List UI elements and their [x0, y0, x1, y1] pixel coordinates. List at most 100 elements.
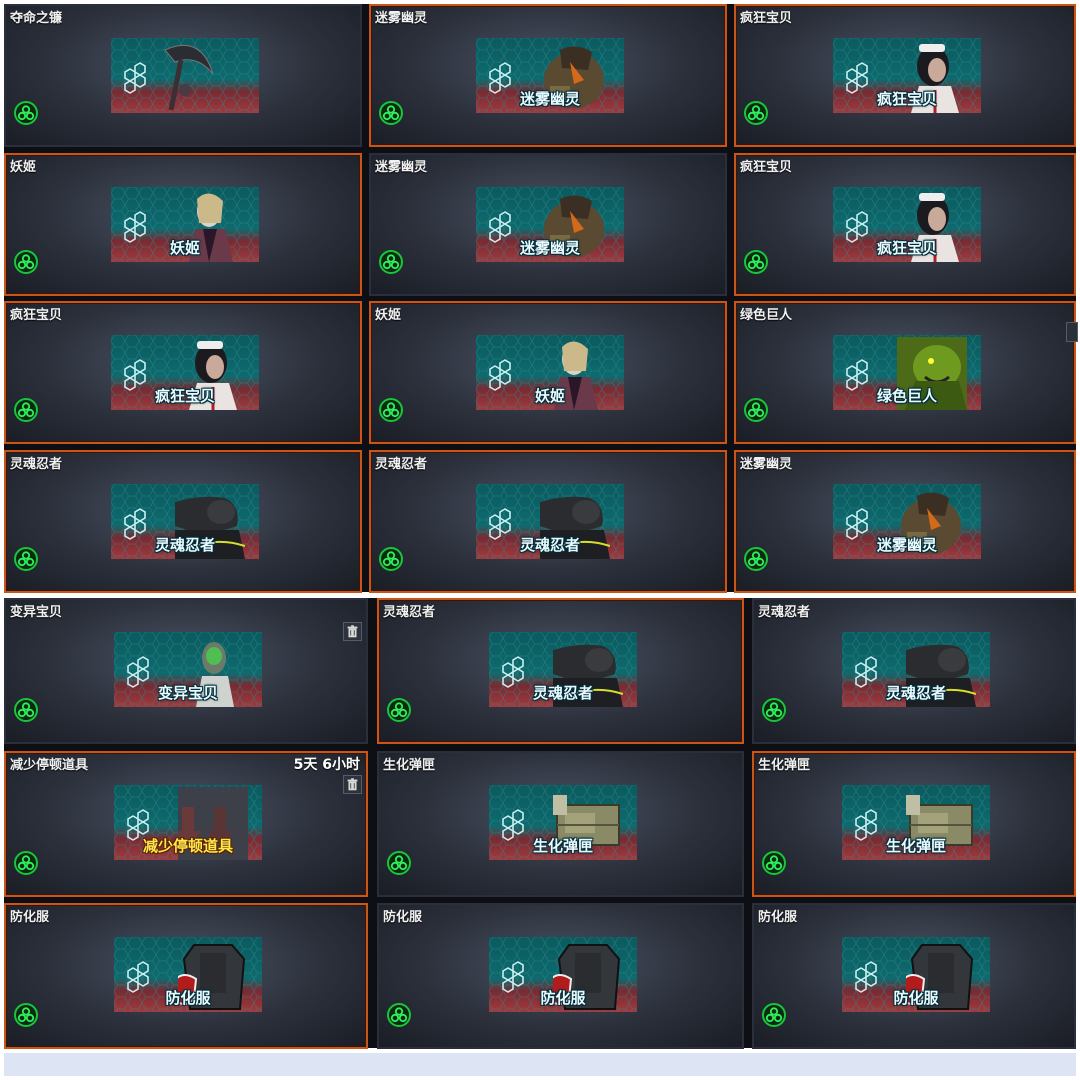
zombie-mode-icon — [744, 250, 768, 274]
item-remaining-time: 5天 6小时 — [293, 757, 360, 773]
item-title: 绿色巨人 — [740, 308, 793, 323]
item-thumbnail: 迷雾幽灵 — [833, 484, 981, 559]
zombie-mode-icon — [14, 851, 38, 875]
item-thumbnail: 妖姬 — [111, 187, 259, 262]
item-title: 灵魂忍者 — [758, 605, 811, 620]
zombie-mode-icon — [14, 547, 38, 571]
zombie-mode-icon — [14, 250, 38, 274]
item-thumbnail: 变异宝贝 — [114, 632, 262, 707]
item-card[interactable]: 疯狂宝贝 疯狂宝贝 — [4, 301, 362, 444]
item-thumbnail: 灵魂忍者 — [111, 484, 259, 559]
zombie-mode-icon — [762, 698, 786, 722]
item-thumbnail-label: 减少停顿道具 — [142, 837, 233, 855]
item-thumbnail-label: 生化弹匣 — [532, 837, 593, 855]
zombie-mode-icon — [387, 698, 411, 722]
item-title: 防化服 — [758, 910, 798, 925]
item-thumbnail-label: 疯狂宝贝 — [876, 90, 937, 108]
item-title: 疯狂宝贝 — [740, 11, 793, 26]
zombie-mode-icon — [379, 547, 403, 571]
item-title: 灵魂忍者 — [383, 605, 436, 620]
item-thumbnail-label: 妖姬 — [534, 387, 565, 405]
item-card[interactable]: 妖姬 妖姬 — [4, 153, 362, 296]
item-thumbnail — [111, 38, 259, 113]
item-thumbnail-label: 防化服 — [893, 989, 939, 1007]
item-card[interactable]: 绿色巨人 绿色巨人 — [734, 301, 1076, 444]
item-thumbnail-label: 疯狂宝贝 — [154, 387, 215, 405]
zombie-mode-icon — [14, 101, 38, 125]
item-thumbnail: 防化服 — [842, 937, 990, 1012]
item-card[interactable]: 生化弹匣 生化弹匣 — [752, 751, 1076, 897]
item-title: 灵魂忍者 — [10, 457, 63, 472]
item-title: 生化弹匣 — [383, 758, 436, 773]
item-thumbnail: 防化服 — [114, 937, 262, 1012]
item-card[interactable]: 夺命之镰 — [4, 4, 362, 147]
item-title: 迷雾幽灵 — [375, 11, 428, 26]
item-card[interactable]: 疯狂宝贝 疯狂宝贝 — [734, 153, 1076, 296]
zombie-mode-icon — [744, 101, 768, 125]
item-thumbnail-label: 疯狂宝贝 — [876, 239, 937, 257]
item-thumbnail-label: 灵魂忍者 — [532, 684, 593, 702]
item-thumbnail: 疯狂宝贝 — [833, 38, 981, 113]
item-thumbnail-label: 迷雾幽灵 — [519, 239, 580, 257]
inventory-panel-bottom: 变异宝贝 变异宝贝 灵魂忍者 灵魂忍者 灵魂忍者 灵魂忍者 减少停顿道具 5天 6… — [4, 598, 1076, 1049]
item-title: 夺命之镰 — [10, 11, 63, 26]
zombie-mode-icon — [387, 1003, 411, 1027]
item-thumbnail: 防化服 — [489, 937, 637, 1012]
item-title: 灵魂忍者 — [375, 457, 428, 472]
item-thumbnail: 疯狂宝贝 — [833, 187, 981, 262]
zombie-mode-icon — [379, 101, 403, 125]
item-title: 疯狂宝贝 — [740, 160, 793, 175]
item-thumbnail-label: 迷雾幽灵 — [876, 536, 937, 554]
zombie-mode-icon — [744, 398, 768, 422]
zombie-mode-icon — [744, 547, 768, 571]
zombie-mode-icon — [379, 398, 403, 422]
item-title: 迷雾幽灵 — [740, 457, 793, 472]
item-thumbnail-label: 妖姬 — [169, 239, 200, 257]
item-card[interactable]: 疯狂宝贝 疯狂宝贝 — [734, 4, 1076, 147]
item-card[interactable]: 妖姬 妖姬 — [369, 301, 727, 444]
item-card[interactable]: 减少停顿道具 5天 6小时 减少停顿道具 — [4, 751, 368, 897]
item-card[interactable]: 迷雾幽灵 迷雾幽灵 — [734, 450, 1076, 593]
item-card[interactable]: 灵魂忍者 灵魂忍者 — [369, 450, 727, 593]
scythe-art — [151, 40, 221, 113]
zombie-mode-icon — [387, 851, 411, 875]
item-thumbnail: 绿色巨人 — [833, 335, 981, 410]
item-card[interactable]: 灵魂忍者 灵魂忍者 — [752, 598, 1076, 744]
item-thumbnail: 减少停顿道具 — [114, 785, 262, 860]
trash-icon[interactable] — [343, 622, 362, 641]
item-card[interactable]: 防化服 防化服 — [4, 903, 368, 1049]
item-thumbnail-label: 绿色巨人 — [876, 387, 937, 405]
item-title: 防化服 — [383, 910, 423, 925]
trash-icon[interactable] — [343, 775, 362, 794]
item-card[interactable]: 防化服 防化服 — [377, 903, 744, 1049]
item-thumbnail: 迷雾幽灵 — [476, 187, 624, 262]
zombie-mode-icon — [762, 1003, 786, 1027]
item-title: 防化服 — [10, 910, 50, 925]
item-thumbnail: 生化弹匣 — [842, 785, 990, 860]
item-card[interactable]: 变异宝贝 变异宝贝 — [4, 598, 368, 744]
item-thumbnail: 灵魂忍者 — [476, 484, 624, 559]
item-thumbnail: 疯狂宝贝 — [111, 335, 259, 410]
zombie-mode-icon — [14, 1003, 38, 1027]
item-thumbnail-label: 灵魂忍者 — [519, 536, 580, 554]
item-thumbnail-label: 灵魂忍者 — [154, 536, 215, 554]
side-handle[interactable] — [1066, 322, 1078, 342]
inventory-panel-top: 夺命之镰 迷雾幽灵 迷雾幽灵 疯狂宝贝 疯狂宝贝 妖姬 妖姬 迷雾幽灵 迷雾幽灵… — [4, 4, 1076, 593]
item-title: 疯狂宝贝 — [10, 308, 63, 323]
item-card[interactable]: 防化服 防化服 — [752, 903, 1076, 1049]
inventory-screen: 夺命之镰 迷雾幽灵 迷雾幽灵 疯狂宝贝 疯狂宝贝 妖姬 妖姬 迷雾幽灵 迷雾幽灵… — [0, 0, 1080, 1080]
item-card[interactable]: 灵魂忍者 灵魂忍者 — [4, 450, 362, 593]
item-thumbnail-label: 生化弹匣 — [885, 837, 946, 855]
zombie-mode-icon — [762, 851, 786, 875]
item-card[interactable]: 生化弹匣 生化弹匣 — [377, 751, 744, 897]
item-title: 妖姬 — [375, 308, 402, 323]
item-thumbnail: 妖姬 — [476, 335, 624, 410]
item-title: 减少停顿道具 — [10, 758, 89, 773]
item-card[interactable]: 迷雾幽灵 迷雾幽灵 — [369, 4, 727, 147]
item-card[interactable]: 灵魂忍者 灵魂忍者 — [377, 598, 744, 744]
item-thumbnail: 生化弹匣 — [489, 785, 637, 860]
item-thumbnail-label: 迷雾幽灵 — [519, 90, 580, 108]
item-card[interactable]: 迷雾幽灵 迷雾幽灵 — [369, 153, 727, 296]
footer-strip — [4, 1053, 1076, 1076]
zombie-mode-icon — [379, 250, 403, 274]
